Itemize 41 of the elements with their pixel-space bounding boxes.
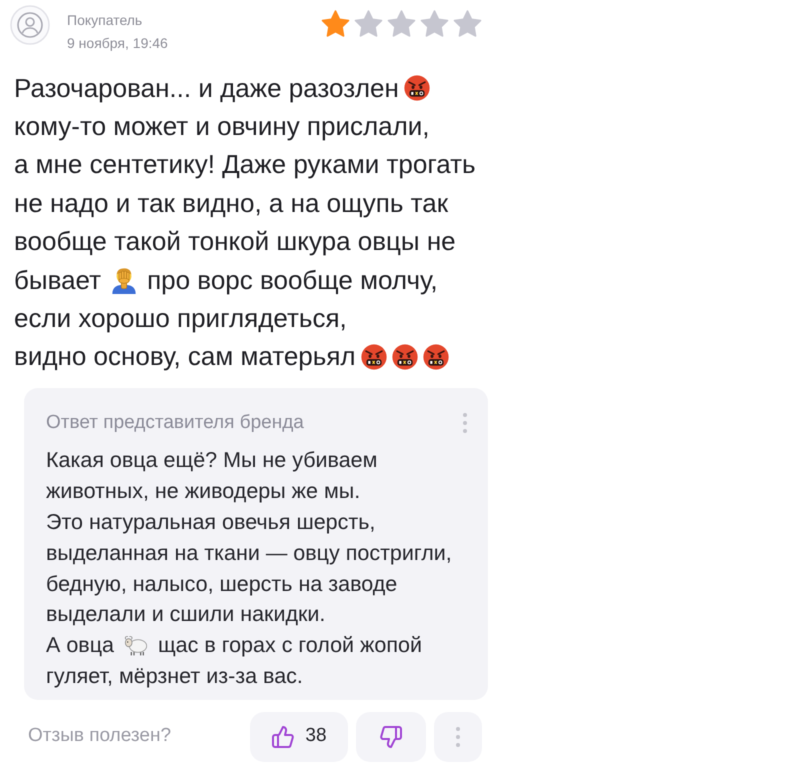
star-icon	[453, 10, 482, 38]
author-name: Покупатель	[67, 11, 144, 29]
more-options-icon[interactable]	[462, 412, 468, 434]
user-avatar-icon	[10, 5, 50, 45]
angry-face-emoji-icon	[422, 344, 449, 370]
review-text: если хорошо приглядеться,	[14, 302, 347, 336]
review-text: про ворс вообще молчу,	[147, 264, 438, 297]
facepalm-emoji-icon	[110, 266, 138, 294]
review-text: бывает	[14, 264, 102, 297]
review-text: вообще такой тонкой шкура овцы не	[14, 225, 456, 258]
review-text: кому-то может и овчину прислали,	[14, 110, 430, 144]
helpful-question: Отзыв полезен?	[28, 724, 172, 748]
more-button[interactable]	[434, 712, 482, 762]
reply-text: выделали и сшили накидки.	[46, 601, 326, 628]
reply-text: выделанная на ткани — овцу постригли,	[46, 540, 452, 567]
angry-face-emoji-icon	[360, 344, 387, 370]
thumbs-down-icon	[379, 724, 403, 748]
review-text: а мне сентетику! Даже руками трогать	[14, 148, 476, 182]
reply-text: Это натуральная овечья шерсть,	[46, 509, 376, 536]
review-text: не надо и так видно, а на ощупь так	[14, 186, 448, 220]
review-date: 9 ноября, 19:46	[67, 34, 168, 52]
more-options-icon	[455, 726, 461, 748]
star-icon	[354, 10, 383, 38]
reply-title: Ответ представителя бренда	[46, 413, 304, 434]
reply-text: Какая овца ещё? Мы не убиваем	[46, 447, 378, 474]
dislike-button[interactable]	[356, 712, 426, 762]
review-text: Разочарован... и даже разозлен	[14, 72, 399, 105]
reply-text: щас в горах с голой жопой	[158, 632, 422, 660]
review-text: видно основу, сам матерьял	[14, 340, 356, 374]
thumbs-up-icon	[271, 724, 296, 748]
reply-text: животных, не живодеры же мы.	[46, 478, 360, 506]
star-icon	[321, 10, 350, 38]
angry-face-emoji-icon	[404, 75, 430, 102]
star-icon	[420, 10, 449, 38]
angry-face-emoji-icon	[392, 344, 418, 370]
sheep-emoji-icon	[124, 634, 148, 656]
reply-text: бедную, налысо, шерсть на заводе	[46, 570, 398, 598]
reply-text: гуляет, мёрзнет из-за вас.	[46, 662, 303, 690]
reply-text: А овца	[46, 632, 114, 660]
like-button[interactable]: 38	[250, 712, 348, 762]
star-icon	[387, 10, 416, 38]
